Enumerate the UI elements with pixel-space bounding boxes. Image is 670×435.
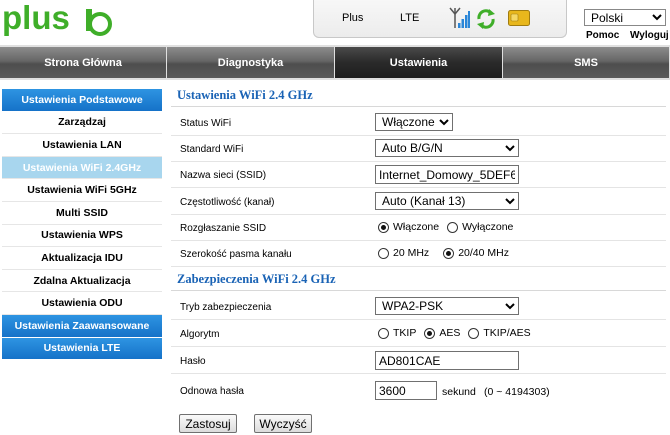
password-row: Hasło xyxy=(171,348,666,374)
alg-tkip-option[interactable]: TKIP xyxy=(378,327,416,339)
sidebar-item-odu[interactable]: Ustawienia ODU xyxy=(2,292,162,315)
apply-button[interactable]: Zastosuj xyxy=(179,414,237,433)
language-select[interactable]: Polski xyxy=(584,9,666,26)
broadcast-on-option[interactable]: Włączone xyxy=(378,221,439,233)
security-mode-select[interactable]: WPA2-PSK xyxy=(375,297,519,315)
wifi-status-row: Status WiFi Włączone xyxy=(171,110,666,136)
algorithm-row: Algorytm TKIP AES TKIP/AES xyxy=(171,321,666,347)
divider xyxy=(171,106,666,107)
alg-tkip-radio[interactable] xyxy=(378,327,389,339)
refresh-icon[interactable] xyxy=(475,8,497,30)
logout-link[interactable]: Wyloguj xyxy=(630,30,669,41)
broadcast-off-radio[interactable] xyxy=(447,221,459,233)
plus-logo: plus xyxy=(2,2,112,36)
tab-diagnostics[interactable]: Diagnostyka xyxy=(167,47,334,78)
algorithm-group: TKIP AES TKIP/AES xyxy=(378,327,539,339)
ssid-label: Nazwa sieci (SSID) xyxy=(180,170,267,181)
sidebar-item-wifi-24[interactable]: Ustawienia WiFi 2.4GHz xyxy=(2,156,162,180)
renewal-range: (0 ~ 4194303) xyxy=(484,386,550,398)
channel-select[interactable]: Auto (Kanał 13) xyxy=(375,192,519,210)
ssid-input[interactable] xyxy=(375,165,519,184)
alg-tkipaes-option[interactable]: TKIP/AES xyxy=(468,327,531,339)
main-navigation: Strona Główna Diagnostyka Ustawienia SMS xyxy=(0,45,670,80)
ssid-broadcast-label: Rozgłaszanie SSID xyxy=(180,223,267,234)
wifi-status-label: Status WiFi xyxy=(180,118,232,129)
channel-row: Częstotliwość (kanał) Auto (Kanał 13) xyxy=(171,189,666,215)
password-renewal-input[interactable] xyxy=(375,381,437,400)
broadcast-off-option[interactable]: Wyłączone xyxy=(447,221,513,233)
clear-button[interactable]: Wyczyść xyxy=(254,414,312,433)
bw-2040-radio[interactable] xyxy=(443,247,455,259)
sidebar: Ustawienia Podstawowe Zarządzaj Ustawien… xyxy=(2,89,162,361)
signal-strength-icon xyxy=(449,7,470,28)
channel-label: Częstotliwość (kanał) xyxy=(180,197,275,208)
sidebar-item-remote-update[interactable]: Zdalna Aktualizacja xyxy=(2,269,162,293)
bandwidth-label: Szerokość pasma kanału xyxy=(180,249,292,260)
help-link[interactable]: Pomoc xyxy=(586,30,619,41)
bw-20-option[interactable]: 20 MHz xyxy=(378,247,429,259)
network-type: LTE xyxy=(400,12,420,24)
sidebar-item-multi-ssid[interactable]: Multi SSID xyxy=(2,201,162,225)
wifi-status-select[interactable]: Włączone xyxy=(375,113,453,131)
wifi-standard-row: Standard WiFi Auto B/G/N xyxy=(171,136,666,162)
sidebar-category-lte[interactable]: Ustawienia LTE xyxy=(2,337,162,361)
security-mode-label: Tryb zabezpieczenia xyxy=(180,302,272,313)
sidebar-item-lan[interactable]: Ustawienia LAN xyxy=(2,134,162,157)
svg-text:plus: plus xyxy=(2,2,70,36)
tab-home[interactable]: Strona Główna xyxy=(0,47,166,78)
divider xyxy=(171,290,666,291)
wifi-standard-select[interactable]: Auto B/G/N xyxy=(375,139,519,157)
password-renewal-row: Odnowa hasła sekund (0 ~ 4194303) xyxy=(171,378,666,404)
wifi-section-title: Ustawienia WiFi 2.4 GHz xyxy=(177,88,313,102)
sidebar-item-idu-update[interactable]: Aktualizacja IDU xyxy=(2,247,162,270)
tab-settings[interactable]: Ustawienia xyxy=(335,47,502,78)
status-panel: Plus LTE xyxy=(313,0,567,38)
provider-name: Plus xyxy=(342,12,364,24)
sidebar-category-advanced[interactable]: Ustawienia Zaawansowane xyxy=(2,314,162,338)
security-mode-row: Tryb zabezpieczenia WPA2-PSK xyxy=(171,294,666,320)
security-section-title: Zabezpieczenia WiFi 2.4 GHz xyxy=(177,272,336,286)
ssid-broadcast-row: Rozgłaszanie SSID Włączone Wyłączone xyxy=(171,215,666,241)
alg-tkipaes-radio[interactable] xyxy=(468,327,480,339)
password-label: Hasło xyxy=(180,356,206,367)
sidebar-category-basic[interactable]: Ustawienia Podstawowe xyxy=(2,89,162,112)
ssid-row: Nazwa sieci (SSID) xyxy=(171,162,666,188)
bw-2040-option[interactable]: 20/40 MHz xyxy=(443,247,509,259)
algorithm-label: Algorytm xyxy=(180,329,220,340)
password-input[interactable] xyxy=(375,351,519,370)
alg-aes-radio[interactable] xyxy=(424,327,436,339)
bandwidth-group: 20 MHz 20/40 MHz xyxy=(378,247,517,259)
tab-sms[interactable]: SMS xyxy=(503,47,669,78)
sim-card-icon xyxy=(508,10,530,26)
broadcast-on-radio[interactable] xyxy=(378,221,389,233)
sidebar-item-wifi-5[interactable]: Ustawienia WiFi 5GHz xyxy=(2,179,162,202)
wifi-standard-label: Standard WiFi xyxy=(180,144,244,155)
renewal-unit: sekund xyxy=(442,386,476,398)
bw-20-radio[interactable] xyxy=(378,247,389,259)
ssid-broadcast-group: Włączone Wyłączone xyxy=(378,221,521,233)
sidebar-item-manage[interactable]: Zarządzaj xyxy=(2,111,162,135)
sidebar-item-wps[interactable]: Ustawienia WPS xyxy=(2,224,162,248)
bandwidth-row: Szerokość pasma kanału 20 MHz 20/40 MHz xyxy=(171,241,666,267)
alg-aes-option[interactable]: AES xyxy=(424,327,460,339)
password-renewal-label: Odnowa hasła xyxy=(180,386,244,397)
